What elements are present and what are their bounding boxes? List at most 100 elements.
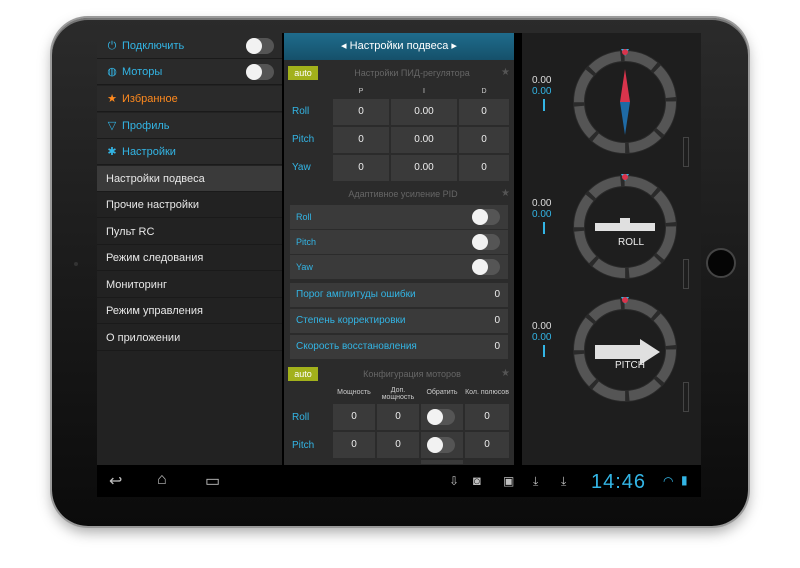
motors-row-label: Roll: [292, 412, 310, 423]
sidebar-item-other-settings[interactable]: Прочие настройки: [97, 192, 282, 218]
yaw-readout: 0.00 0.00: [532, 75, 551, 97]
settings-panel: ◂ Настройки подвеса ▸ auto Настройки ПИД…: [284, 33, 514, 465]
adaptive-toggle-row[interactable]: Yaw: [290, 255, 508, 279]
adaptive-roll-toggle[interactable]: [472, 209, 500, 225]
motors-row-label: Pitch: [292, 440, 315, 451]
motors-toggle[interactable]: [246, 64, 274, 80]
motors-cell[interactable]: 0: [464, 403, 510, 431]
prev-arrow-icon[interactable]: ◂: [341, 40, 347, 52]
pid-col-i: I: [423, 88, 425, 95]
gift-icon: ▣: [503, 474, 515, 488]
pid-cell[interactable]: 0: [458, 98, 510, 126]
motors-reverse-toggle[interactable]: [427, 437, 455, 453]
adaptive-value[interactable]: 0: [494, 309, 500, 333]
adaptive-toggle-row[interactable]: Pitch: [290, 230, 508, 254]
pid-section-label: Настройки ПИД-регулятора: [354, 68, 470, 78]
pid-cell[interactable]: 0: [332, 98, 390, 126]
adaptive-yaw-toggle[interactable]: [472, 259, 500, 275]
motors-cell[interactable]: 0: [332, 431, 376, 459]
gauge-panel: 0.00 0.00 0.00 0.00 ROLL 0.00 0.00 PITCH: [522, 33, 701, 465]
back-icon[interactable]: ↩: [109, 471, 122, 491]
motors-col-poles: Кол. полюсов: [465, 389, 509, 396]
pid-col-d: D: [481, 88, 487, 95]
adaptive-value-row[interactable]: Скорость восстановления 0: [290, 335, 508, 359]
sidebar-motors-label: Моторы: [122, 66, 163, 78]
sidebar-connect[interactable]: ⏻ Подключить: [97, 33, 282, 59]
sidebar-profile[interactable]: ▽ Профиль: [97, 113, 282, 139]
sidebar-item-follow-mode[interactable]: Режим следования: [97, 245, 282, 271]
sidebar-motors[interactable]: ◍ Моторы: [97, 59, 282, 85]
motors-reverse-toggle[interactable]: [427, 409, 455, 425]
pitch-side-bar: [683, 382, 689, 412]
pitch-label: PITCH: [615, 360, 645, 371]
motors-reverse-cell[interactable]: [420, 403, 464, 431]
pid-row-label: Yaw: [292, 162, 311, 173]
adaptive-value-row[interactable]: Порог амплитуды ошибки 0: [290, 283, 508, 307]
yaw-side-bar: [683, 137, 689, 167]
home-button[interactable]: [706, 248, 736, 278]
motors-col-power: Мощность: [337, 389, 371, 396]
motors-reverse-cell[interactable]: [420, 431, 464, 459]
pitch-value: 0.00: [532, 321, 552, 332]
motors-section-label: Конфигурация моторов: [363, 369, 461, 379]
screen: ⏻ Подключить ◍ Моторы ★ Избранное ▽ Профиль …: [97, 33, 701, 497]
wifi-icon: ◠: [663, 474, 674, 488]
sidebar-settings[interactable]: ✱ Настройки: [97, 139, 282, 165]
sidebar-item-rc[interactable]: Пульт RC: [97, 219, 282, 245]
status-clock: 14:46: [591, 471, 647, 493]
motors-cell[interactable]: 0: [332, 403, 376, 431]
motors-cell[interactable]: 0: [376, 431, 420, 459]
sidebar-settings-label: Настройки: [122, 146, 176, 158]
adaptive-toggle-label: Pitch: [296, 237, 317, 247]
system-nav-bar: ↩ ⌂ ▭ ⇩ ◙ ▣ ⤓ ⤓ 14:46 ◠ ▮: [97, 465, 701, 497]
adaptive-value[interactable]: 0: [494, 283, 500, 307]
download-icon: ⤓: [533, 474, 539, 488]
motors-favorite-star-icon[interactable]: ★: [501, 367, 510, 381]
motors-cell[interactable]: 0: [376, 403, 420, 431]
pitch-readout: 0.00 0.00: [532, 321, 551, 343]
pid-cell[interactable]: 0.00: [390, 126, 458, 154]
download-icon: ⤓: [561, 474, 567, 488]
sidebar-item-monitoring[interactable]: Мониторинг: [97, 272, 282, 298]
motor-icon: ◍: [107, 66, 117, 78]
roll-readout: 0.00 0.00: [532, 198, 551, 220]
next-arrow-icon[interactable]: ▸: [451, 40, 457, 52]
pid-cell[interactable]: 0: [332, 126, 390, 154]
recent-apps-icon[interactable]: ▭: [205, 471, 220, 491]
adaptive-value-row[interactable]: Степень корректировки 0: [290, 309, 508, 333]
adaptive-toggle-row[interactable]: Roll: [290, 205, 508, 229]
sidebar-item-gimbal-settings[interactable]: Настройки подвеса: [97, 166, 282, 192]
roll-bar-icon: [595, 223, 655, 231]
pid-cell[interactable]: 0.00: [390, 98, 458, 126]
adaptive-pitch-toggle[interactable]: [472, 234, 500, 250]
gear-icon: ✱: [107, 146, 117, 158]
home-icon[interactable]: ⌂: [157, 471, 167, 489]
motors-col-reverse: Обратить: [426, 389, 458, 396]
sidebar-item-about[interactable]: О приложении: [97, 325, 282, 351]
sidebar-connect-label: Подключить: [122, 40, 185, 52]
panel-title-bar: ◂ Настройки подвеса ▸: [284, 33, 514, 60]
motors-auto-button[interactable]: auto: [288, 367, 318, 381]
adaptive-section-label: Адаптивное усиление PID: [348, 189, 458, 199]
pid-favorite-star-icon[interactable]: ★: [501, 66, 510, 80]
connect-toggle[interactable]: [246, 38, 274, 54]
pitch-level-bar: [543, 345, 545, 357]
adaptive-value-label: Степень корректировки: [296, 315, 406, 326]
sidebar-item-control-mode[interactable]: Режим управления: [97, 298, 282, 324]
pid-cell[interactable]: 0: [458, 126, 510, 154]
adaptive-favorite-star-icon[interactable]: ★: [501, 187, 510, 201]
pid-auto-button[interactable]: auto: [288, 66, 318, 80]
yaw-value: 0.00: [532, 75, 552, 86]
pid-cell[interactable]: 0: [458, 154, 510, 182]
roll-label: ROLL: [618, 237, 645, 248]
plug-icon: ⏻: [107, 40, 117, 52]
adaptive-value[interactable]: 0: [494, 335, 500, 359]
roll-gauge: [573, 174, 677, 279]
motors-cell[interactable]: 0: [464, 431, 510, 459]
pid-cell[interactable]: 0: [332, 154, 390, 182]
pid-cell[interactable]: 0.00: [390, 154, 458, 182]
yaw-value-secondary: 0.00: [532, 86, 552, 97]
camera-icon: ◙: [473, 473, 481, 488]
sidebar-favorites[interactable]: ★ Избранное: [97, 86, 282, 112]
star-icon: ★: [107, 93, 117, 105]
